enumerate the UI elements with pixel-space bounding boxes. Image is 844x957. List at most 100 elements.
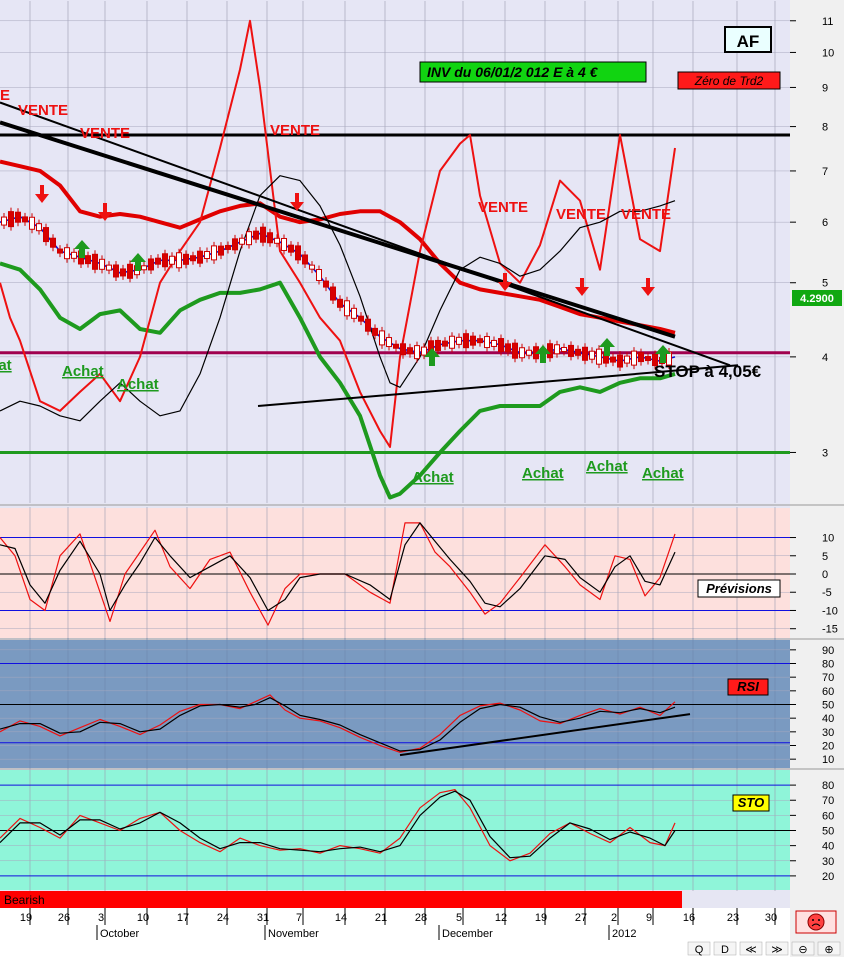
- y-tick-label: 0: [822, 569, 828, 581]
- last-price-label: 4.2900: [800, 293, 834, 305]
- toolbar-button-label: ⊕: [824, 944, 833, 956]
- x-tick-label: 31: [257, 912, 269, 924]
- candle: [323, 280, 329, 288]
- stock-chart: 345678910111050-5-10-1590807060504030201…: [0, 0, 844, 957]
- buy-signal-label: Achat: [0, 357, 12, 374]
- candle: [274, 237, 280, 244]
- candle: [85, 255, 91, 265]
- sell-signal-label: VENTE: [478, 199, 528, 216]
- sto-label: STO: [738, 795, 765, 810]
- candle: [456, 336, 462, 345]
- month-label: October: [100, 928, 139, 940]
- toolbar-button-label: D: [721, 944, 729, 956]
- y-tick-label: 9: [822, 82, 828, 94]
- x-tick-label: 17: [177, 912, 189, 924]
- price-panel[interactable]: [0, 0, 790, 503]
- y-tick-label: -15: [822, 624, 838, 636]
- x-tick-label: 24: [217, 912, 229, 924]
- candle: [50, 237, 56, 248]
- y-tick-label: 7: [822, 166, 828, 178]
- forecast-panel[interactable]: [0, 508, 790, 638]
- candle: [288, 244, 294, 253]
- buy-signal-label: Achat: [522, 465, 564, 482]
- candle: [267, 232, 273, 244]
- candle: [120, 268, 126, 277]
- candle: [64, 247, 70, 260]
- month-label: December: [442, 928, 493, 940]
- candle: [71, 251, 77, 259]
- candle: [498, 338, 504, 353]
- candle: [554, 344, 560, 355]
- sell-signal-label: VENTE: [0, 87, 10, 104]
- y-tick-label: -5: [822, 587, 832, 599]
- candle: [624, 355, 630, 364]
- y-tick-label: 30: [822, 856, 834, 868]
- candle: [561, 346, 567, 352]
- stop-note: STOP à 4,05€: [654, 362, 762, 381]
- candle: [106, 264, 112, 271]
- candle: [449, 335, 455, 349]
- candle: [358, 315, 364, 322]
- x-tick-label: 2: [611, 912, 617, 924]
- candle: [113, 264, 119, 278]
- y-tick-label: 50: [822, 826, 834, 838]
- candle: [582, 346, 588, 361]
- candle: [638, 352, 644, 363]
- candle: [491, 339, 497, 347]
- y-tick-label: 80: [822, 659, 834, 671]
- y-tick-label: 60: [822, 810, 834, 822]
- y-tick-label: 40: [822, 713, 834, 725]
- sell-signal-label: VENTE: [270, 122, 320, 139]
- x-tick-label: 28: [415, 912, 427, 924]
- candle: [183, 253, 189, 265]
- candle: [302, 254, 308, 265]
- legend-text: Zéro de Trd2: [694, 74, 764, 88]
- forecast-label: Prévisions: [706, 581, 772, 596]
- candle: [407, 347, 413, 355]
- x-tick-label: 9: [646, 912, 652, 924]
- y-tick-label: 5: [822, 278, 828, 290]
- candle: [239, 237, 245, 245]
- candle: [232, 238, 238, 251]
- x-tick-label: 16: [683, 912, 695, 924]
- toolbar-button-label: ≪: [745, 944, 757, 956]
- candle: [22, 216, 28, 223]
- y-tick-label: 60: [822, 686, 834, 698]
- x-tick-label: 14: [335, 912, 347, 924]
- y-tick-label: 20: [822, 741, 834, 753]
- candle: [337, 298, 343, 308]
- x-tick-label: 19: [20, 912, 32, 924]
- y-tick-label: 11: [822, 16, 833, 28]
- candle: [610, 356, 616, 363]
- candle: [162, 253, 168, 268]
- toolbar-button-label: ⊖: [798, 944, 807, 956]
- candle: [631, 350, 637, 366]
- x-tick-label: 19: [535, 912, 547, 924]
- status-bar: [0, 891, 682, 908]
- candle: [246, 231, 252, 246]
- face-eye: [812, 919, 814, 921]
- y-tick-label: 10: [822, 47, 834, 59]
- candle: [505, 343, 511, 353]
- candle: [645, 356, 651, 362]
- buy-signal-label: Achat: [62, 363, 104, 380]
- candle: [197, 250, 203, 264]
- y-tick-label: 40: [822, 841, 834, 853]
- candle: [155, 257, 161, 265]
- y-tick-label: 5: [822, 551, 828, 563]
- y-tick-label: 90: [822, 645, 834, 657]
- candle: [435, 339, 441, 351]
- x-tick-label: 21: [375, 912, 387, 924]
- candle: [442, 340, 448, 347]
- y-tick-label: 30: [822, 727, 834, 739]
- candle: [526, 349, 532, 356]
- annotation-text: INV du 06/01/2 012 E à 4 €: [427, 64, 599, 80]
- candle: [470, 335, 476, 346]
- candle: [36, 223, 42, 232]
- sell-signal-label: VENTE: [18, 102, 68, 119]
- candle: [330, 286, 336, 301]
- candle: [477, 338, 483, 344]
- candle: [351, 307, 357, 319]
- sell-signal-label: VENTE: [621, 206, 671, 223]
- y-tick-label: 10: [822, 533, 834, 545]
